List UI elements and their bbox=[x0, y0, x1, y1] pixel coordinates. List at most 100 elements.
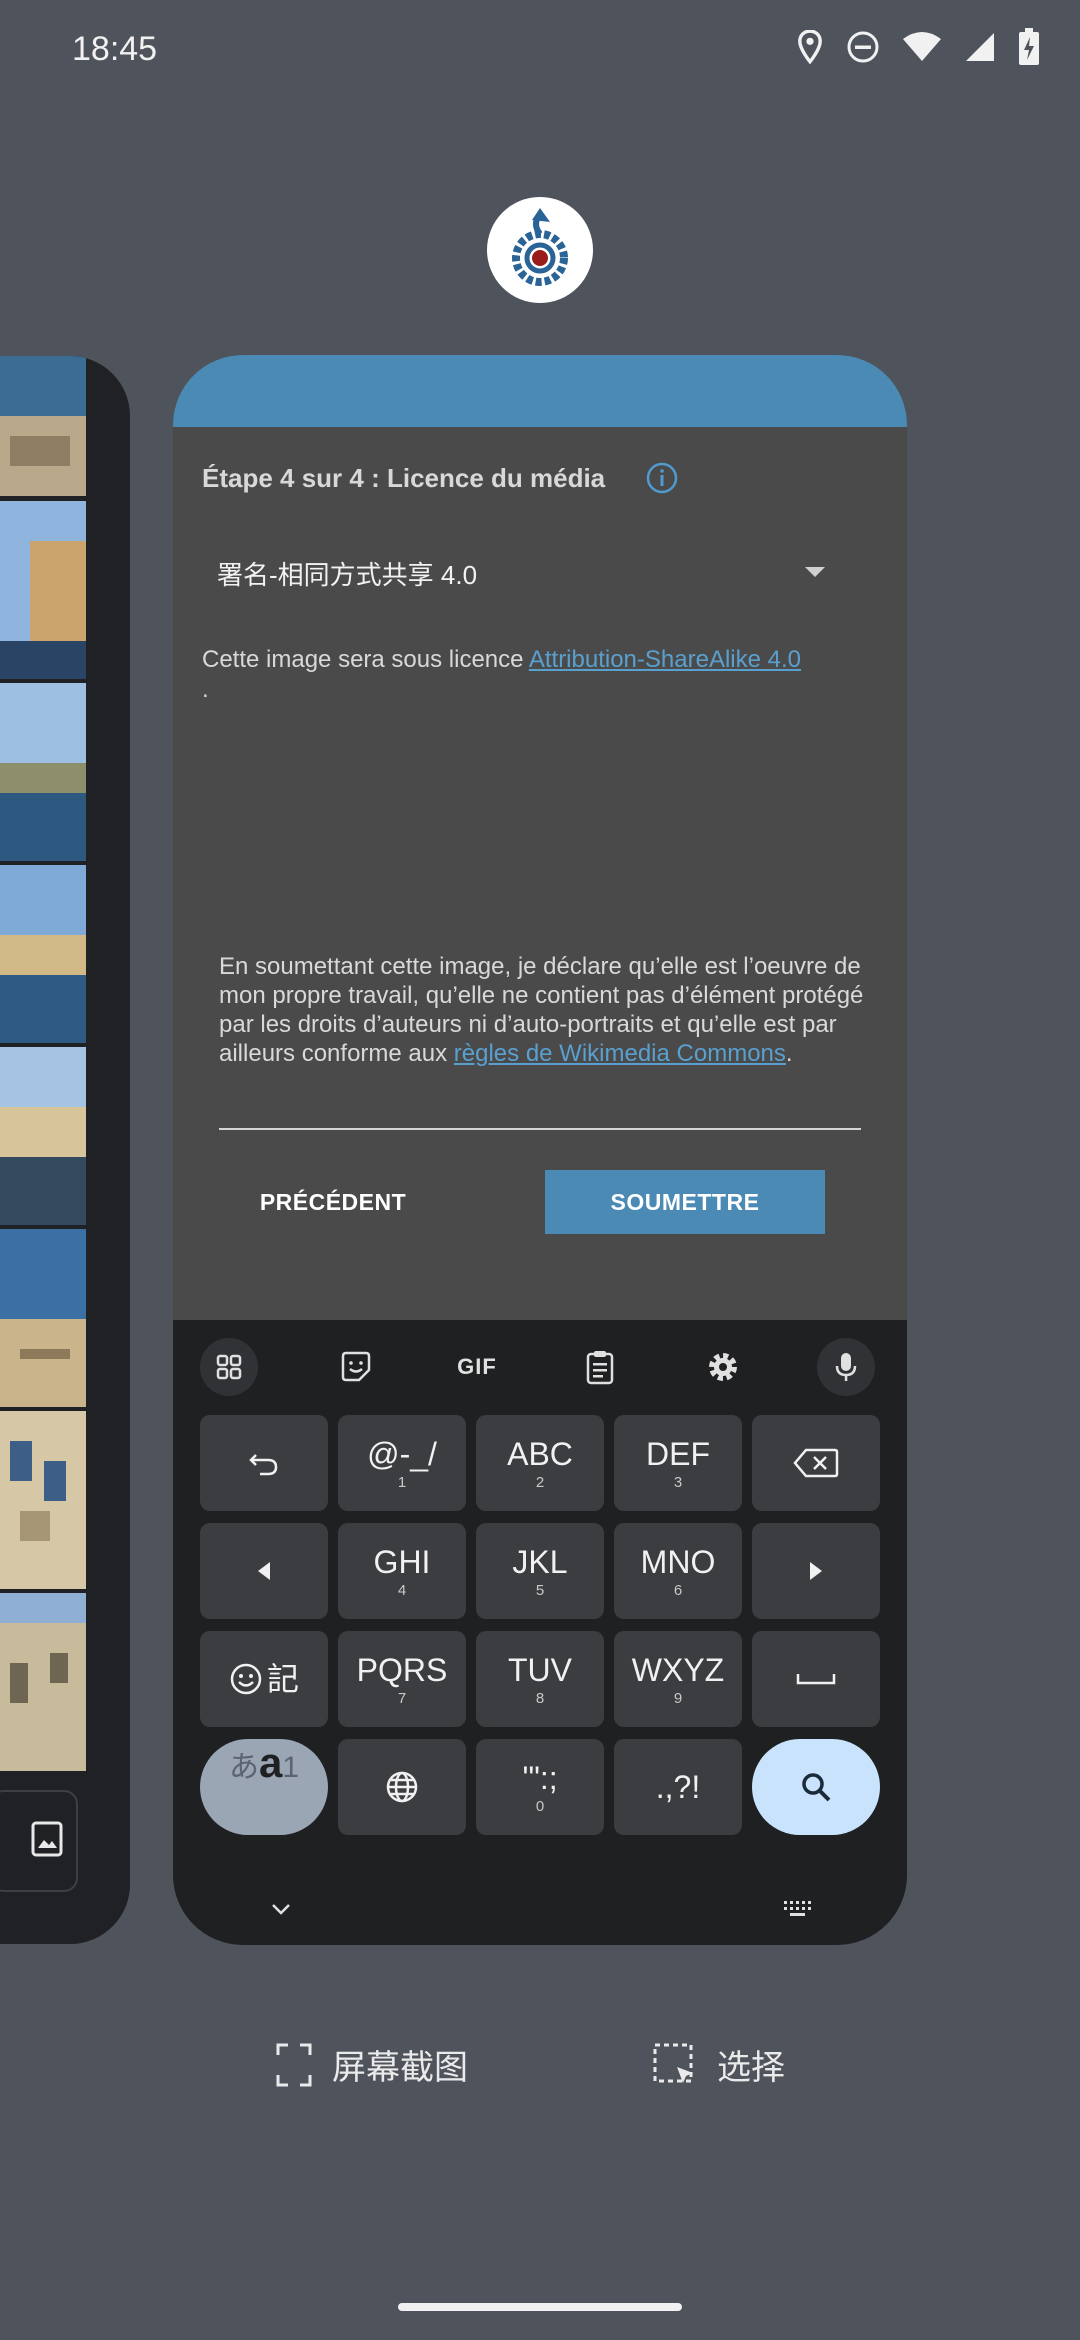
key-7[interactable]: PQRS 7 bbox=[338, 1631, 466, 1727]
home-indicator[interactable] bbox=[398, 2303, 682, 2311]
key-2[interactable]: ABC 2 bbox=[476, 1415, 604, 1511]
key-1-sub: 1 bbox=[397, 1473, 407, 1491]
mode-latin: a bbox=[258, 1739, 283, 1786]
signal-icon bbox=[966, 33, 994, 61]
key-7-sub: 7 bbox=[397, 1689, 407, 1707]
dropdown-caret-icon bbox=[805, 567, 825, 577]
key-8-main: TUV bbox=[508, 1651, 572, 1688]
wikimedia-commons-app-icon[interactable] bbox=[487, 197, 593, 303]
clipboard-icon bbox=[586, 1351, 614, 1385]
screenshot-action[interactable]: 屏幕截图 bbox=[276, 2040, 468, 2089]
keyboard-toolbar: GIF bbox=[173, 1320, 907, 1410]
wifi-icon bbox=[903, 32, 941, 61]
license-dropdown[interactable]: 署名-相同方式共享 4.0 bbox=[217, 555, 837, 597]
info-icon[interactable] bbox=[645, 461, 679, 495]
status-icons bbox=[796, 28, 1040, 66]
license-text-suffix: . bbox=[202, 676, 209, 703]
settings-button[interactable] bbox=[694, 1338, 752, 1396]
photo-thumbnail[interactable] bbox=[0, 1229, 86, 1407]
divider bbox=[219, 1128, 861, 1130]
clipboard-button[interactable] bbox=[571, 1338, 629, 1396]
key-6-main: MNO bbox=[640, 1543, 716, 1580]
submit-button[interactable]: SOUMETTRE bbox=[545, 1170, 825, 1234]
space-icon bbox=[796, 1674, 836, 1685]
emoji-key-label: 記 bbox=[266, 1661, 299, 1697]
gallery-button[interactable] bbox=[0, 1790, 78, 1892]
punctuation-key[interactable]: .,?! bbox=[614, 1739, 742, 1835]
license-text-prefix: Cette image sera sous licence bbox=[202, 646, 529, 673]
recent-app-card-left[interactable] bbox=[0, 356, 130, 1944]
key-7-main: PQRS bbox=[356, 1651, 448, 1688]
status-bar: 18:45 bbox=[0, 0, 1080, 110]
battery-charging-icon bbox=[1019, 28, 1039, 65]
license-description: Cette image sera sous licence Attributio… bbox=[202, 645, 862, 705]
key-4-sub: 4 bbox=[397, 1581, 407, 1599]
license-link[interactable]: Attribution-ShareAlike 4.0 bbox=[529, 646, 801, 673]
voice-input-button[interactable] bbox=[817, 1338, 875, 1396]
declaration-text: En soumettant cette image, je déclare qu… bbox=[219, 952, 869, 1068]
backspace-key[interactable] bbox=[752, 1415, 880, 1511]
screenshot-label: 屏幕截图 bbox=[332, 2049, 468, 2087]
photo-thumbnail[interactable] bbox=[0, 1411, 86, 1589]
undo-key[interactable] bbox=[200, 1415, 328, 1511]
cursor-left-key[interactable] bbox=[200, 1523, 328, 1619]
soft-keyboard: GIF @-_/ 1 ABC 2 DEF 3 GHI 4 JKL 5 MNO 6… bbox=[173, 1320, 907, 1945]
key-1-main: @-_/ bbox=[367, 1435, 437, 1472]
gear-icon bbox=[709, 1353, 737, 1381]
backspace-icon bbox=[793, 1448, 839, 1478]
mode-hiragana: あ bbox=[228, 1751, 259, 1784]
previous-button[interactable]: PRÉCÉDENT bbox=[243, 1170, 423, 1234]
microphone-icon bbox=[835, 1353, 857, 1381]
input-mode-key[interactable]: あ a 1 bbox=[200, 1739, 328, 1835]
key-6[interactable]: MNO 6 bbox=[614, 1523, 742, 1619]
key-5-sub: 5 bbox=[535, 1581, 545, 1599]
search-key[interactable] bbox=[752, 1739, 880, 1835]
chevron-down-icon[interactable] bbox=[270, 1902, 292, 1916]
apps-grid-icon bbox=[216, 1354, 242, 1380]
select-label: 选择 bbox=[717, 2049, 785, 2087]
photo-thumbnail[interactable] bbox=[0, 683, 86, 861]
key-0[interactable]: '":; 0 bbox=[476, 1739, 604, 1835]
gallery-icon bbox=[31, 1821, 63, 1857]
cursor-right-key[interactable] bbox=[752, 1523, 880, 1619]
key-0-sub: 0 bbox=[535, 1797, 545, 1815]
gif-button[interactable]: GIF bbox=[448, 1338, 506, 1396]
status-clock: 18:45 bbox=[72, 30, 158, 68]
recent-app-card-commons[interactable]: Étape 4 sur 4 : Licence du média 署名-相同方式… bbox=[173, 355, 907, 1945]
key-5[interactable]: JKL 5 bbox=[476, 1523, 604, 1619]
key-8-sub: 8 bbox=[535, 1689, 545, 1707]
photo-thumbnail[interactable] bbox=[0, 1047, 86, 1225]
declaration-suffix: . bbox=[785, 1040, 793, 1067]
photo-thumbnail[interactable] bbox=[0, 1593, 86, 1771]
key-4-main: GHI bbox=[373, 1543, 431, 1580]
emoji-icon bbox=[230, 1663, 262, 1695]
key-1[interactable]: @-_/ 1 bbox=[338, 1415, 466, 1511]
commons-rules-link[interactable]: règles de Wikimedia Commons bbox=[454, 1040, 786, 1067]
key-9[interactable]: WXYZ 9 bbox=[614, 1631, 742, 1727]
space-key[interactable] bbox=[752, 1631, 880, 1727]
key-6-sub: 6 bbox=[673, 1581, 683, 1599]
undo-icon bbox=[249, 1454, 278, 1476]
key-9-sub: 9 bbox=[673, 1689, 683, 1707]
key-8[interactable]: TUV 8 bbox=[476, 1631, 604, 1727]
language-key[interactable] bbox=[338, 1739, 466, 1835]
key-2-sub: 2 bbox=[535, 1473, 545, 1491]
gif-label: GIF bbox=[457, 1354, 497, 1379]
photo-thumbnail[interactable] bbox=[0, 356, 86, 496]
photo-thumbnail[interactable] bbox=[0, 501, 86, 679]
mode-number: 1 bbox=[282, 1751, 300, 1784]
photo-thumbnail[interactable] bbox=[0, 865, 86, 1043]
screenshot-icon bbox=[276, 2043, 312, 2086]
punctuation-key-main: .,?! bbox=[655, 1769, 701, 1805]
key-4[interactable]: GHI 4 bbox=[338, 1523, 466, 1619]
keyboard-switch-icon[interactable] bbox=[783, 1900, 813, 1918]
key-5-main: JKL bbox=[512, 1543, 568, 1580]
key-0-main: '":; bbox=[522, 1759, 558, 1796]
apps-grid-button[interactable] bbox=[200, 1338, 258, 1396]
select-action[interactable]: 选择 bbox=[653, 2040, 785, 2089]
emoji-key[interactable]: 記 bbox=[200, 1631, 328, 1727]
sticker-button[interactable] bbox=[327, 1338, 385, 1396]
key-3[interactable]: DEF 3 bbox=[614, 1415, 742, 1511]
sticker-icon bbox=[341, 1351, 371, 1382]
keyboard-nav-bar bbox=[173, 1880, 907, 1945]
